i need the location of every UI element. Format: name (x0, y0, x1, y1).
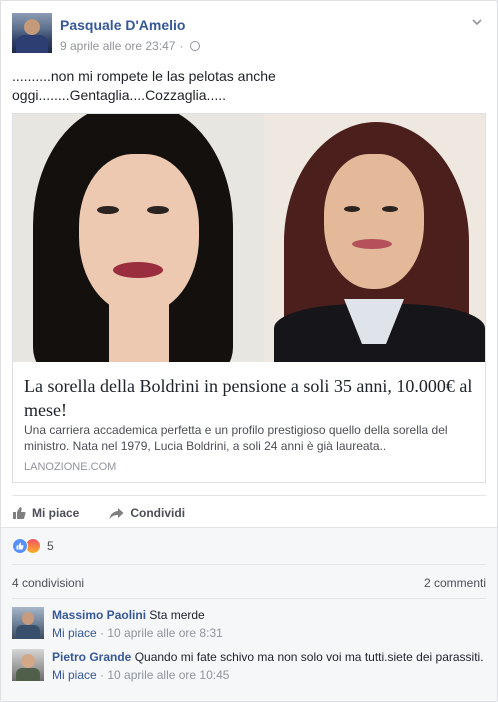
divider (12, 495, 486, 496)
comment-timestamp[interactable]: 10 aprile alle ore 10:45 (107, 668, 229, 682)
meta-separator: · (100, 668, 105, 682)
chevron-down-icon[interactable] (470, 15, 484, 29)
comment-item: Massimo Paolini Sta merde Mi piace · 10 … (12, 607, 488, 641)
post-timestamp[interactable]: 9 aprile alle ore 23:47 (60, 39, 175, 53)
commenter-avatar[interactable] (12, 607, 44, 639)
post-actions: Mi piace Condividi (12, 503, 185, 523)
comment-text: Quando mi fate schivo ma non solo voi ma… (134, 650, 484, 664)
reactions-summary[interactable]: 5 (12, 538, 54, 554)
commenter-name[interactable]: Pietro Grande (52, 650, 131, 664)
like-label: Mi piace (32, 506, 80, 520)
post-text: ..........non mi rompete le las pelotas … (12, 68, 276, 103)
post-meta: 9 aprile alle ore 23:47 · (60, 39, 201, 53)
meta-separator: · (100, 626, 105, 640)
globe-icon (190, 41, 201, 51)
portrait-right (264, 114, 485, 362)
link-description: Una carriera accademica perfetta e un pr… (24, 423, 448, 453)
share-label: Condividi (130, 506, 186, 520)
link-title[interactable]: La sorella della Boldrini in pensione a … (24, 374, 479, 422)
like-reaction-icon (12, 538, 28, 554)
post-header: Pasquale D'Amelio 9 aprile alle ore 23:4… (12, 13, 486, 55)
shares-count[interactable]: 4 condivisioni (12, 576, 84, 590)
link-domain: LANOZIONE.COM (24, 461, 117, 473)
link-preview[interactable]: La sorella della Boldrini in pensione a … (12, 113, 486, 483)
commenter-avatar[interactable] (12, 649, 44, 681)
comment-item: Pietro Grande Quando mi fate schivo ma n… (12, 649, 488, 699)
author-name[interactable]: Pasquale D'Amelio (60, 17, 185, 33)
comment-text: Sta merde (149, 608, 205, 622)
author-avatar[interactable] (12, 13, 52, 53)
comments-count[interactable]: 2 commenti (424, 576, 486, 590)
commenter-name[interactable]: Massimo Paolini (52, 608, 146, 622)
share-arrow-icon (109, 507, 124, 519)
comment-timestamp[interactable]: 10 aprile alle ore 8:31 (107, 626, 222, 640)
thumbs-up-icon (13, 507, 26, 519)
portrait-left (13, 114, 264, 362)
link-image[interactable] (13, 114, 485, 362)
divider (12, 598, 486, 599)
comment-like-link[interactable]: Mi piace (52, 626, 97, 640)
divider (12, 564, 486, 565)
like-button[interactable]: Mi piace (12, 503, 79, 523)
meta-separator: · (179, 39, 184, 53)
reactions-count: 5 (47, 539, 54, 553)
share-button[interactable]: Condividi (109, 503, 185, 523)
post-card: Pasquale D'Amelio 9 aprile alle ore 23:4… (0, 0, 498, 702)
comment-like-link[interactable]: Mi piace (52, 668, 97, 682)
